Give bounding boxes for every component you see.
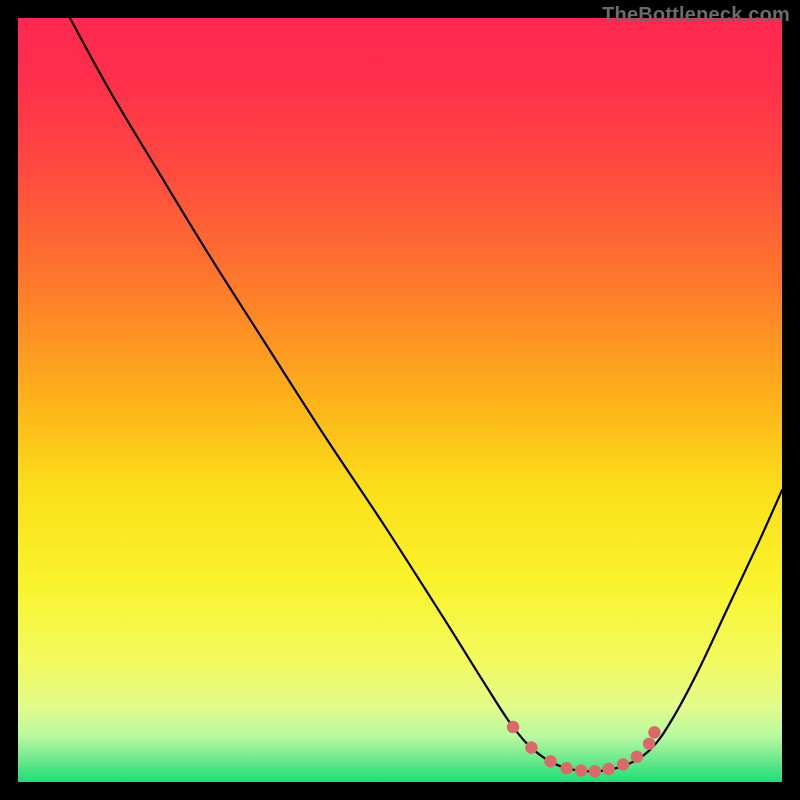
marker-dot xyxy=(589,765,601,777)
marker-dot xyxy=(648,726,660,738)
chart-stage: TheBottleneck.com xyxy=(0,0,800,800)
chart-svg xyxy=(0,0,800,800)
marker-dot xyxy=(617,758,629,770)
marker-dot xyxy=(631,751,643,763)
plot-background xyxy=(18,18,782,782)
marker-dot xyxy=(575,764,587,776)
watermark-text: TheBottleneck.com xyxy=(602,4,790,27)
marker-dot xyxy=(507,721,519,733)
marker-dot xyxy=(643,738,655,750)
marker-dot xyxy=(525,741,537,753)
marker-dot xyxy=(602,763,614,775)
marker-dot xyxy=(560,762,572,774)
marker-dot xyxy=(544,755,556,767)
